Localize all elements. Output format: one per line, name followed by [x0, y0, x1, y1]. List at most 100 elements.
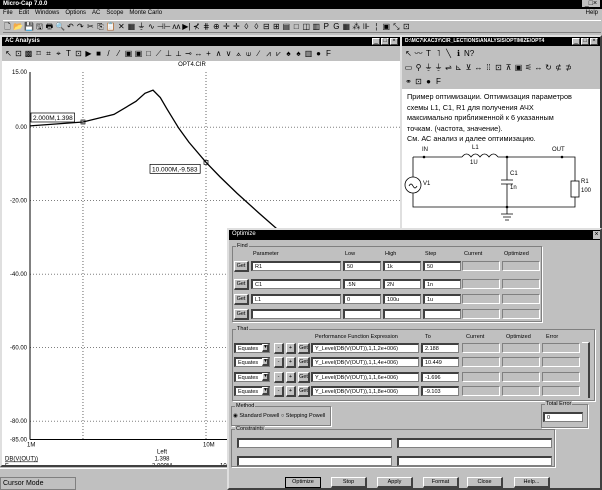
toolbar-button-icon[interactable]: 🗋 [3, 21, 12, 32]
toolbar-button-icon[interactable]: ♠ [284, 48, 293, 59]
toolbar-button-icon[interactable]: ▣ [514, 62, 523, 73]
toolbar-button-icon[interactable]: ⊡ [494, 62, 503, 73]
toolbar-button-icon[interactable]: ▣ [124, 48, 133, 59]
apply-button[interactable]: Apply [377, 477, 413, 488]
radio-standard-powell[interactable]: ◉ Standard Powell [233, 413, 279, 419]
toolbar-button-icon[interactable]: ▥ [304, 48, 313, 59]
find-high-field[interactable] [383, 309, 421, 319]
toolbar-button-icon[interactable]: / [104, 48, 113, 59]
toolbar-button-icon[interactable]: ⊕ [212, 21, 221, 32]
optimize-button[interactable]: Optimize [285, 477, 321, 488]
toolbar-button-icon[interactable]: ℹ [454, 48, 463, 59]
toolbar-button-icon[interactable]: ⌖ [54, 48, 63, 59]
get-expression-button[interactable]: Get [298, 343, 310, 354]
menu-scope[interactable]: Scope [106, 10, 123, 16]
toolbar-button-icon[interactable]: 💾 [24, 21, 34, 32]
toolbar-button-icon[interactable]: ⊄ [554, 62, 563, 73]
toolbar-button-icon[interactable]: ⚟ [524, 62, 533, 73]
dropdown-arrow-icon[interactable]: ▼ [262, 358, 269, 366]
toolbar-button-icon[interactable]: 🔍 [55, 21, 65, 32]
menu-ac[interactable]: AC [92, 10, 100, 16]
get-expression-button[interactable]: Get [298, 372, 310, 383]
toolbar-button-icon[interactable]: ↷ [76, 21, 85, 32]
toolbar-button-icon[interactable]: ▭ [404, 62, 413, 73]
toolbar-button-icon[interactable]: ⌑ [34, 48, 43, 59]
toolbar-button-icon[interactable]: ∧ [214, 48, 223, 59]
toolbar-button-icon[interactable]: ▶| [182, 21, 191, 32]
toolbar-button-icon[interactable]: ⌗ [44, 48, 53, 59]
toolbar-button-icon[interactable]: ✛ [232, 21, 241, 32]
maximize-button[interactable]: □ [381, 38, 389, 45]
close-button[interactable]: Close [467, 477, 503, 488]
minus-button[interactable]: - [274, 372, 284, 383]
toolbar-button-icon[interactable]: ✕ [117, 21, 126, 32]
toolbar-button-icon[interactable]: + [204, 48, 213, 59]
toolbar-button-icon[interactable]: ⩗ [274, 48, 283, 59]
toolbar-button-icon[interactable]: ╲ [444, 48, 453, 59]
toolbar-button-icon[interactable]: F [434, 76, 443, 87]
toolbar-button-icon[interactable]: ◊ [242, 21, 251, 32]
toolbar-button-icon[interactable]: ↔ [474, 62, 483, 73]
target-to-field[interactable]: 2.188 [421, 343, 459, 353]
that-scrollbar[interactable] [582, 342, 590, 398]
toolbar-button-icon[interactable]: ✛ [222, 21, 231, 32]
get-expression-button[interactable]: Get [298, 357, 310, 368]
toolbar-button-icon[interactable]: ⊀ [192, 21, 201, 32]
dropdown-arrow-icon[interactable]: ▼ [262, 373, 269, 381]
find-param-field[interactable]: C1 [251, 279, 341, 289]
toolbar-button-icon[interactable]: ↔ [194, 48, 203, 59]
target-to-field[interactable]: -9.103 [421, 386, 459, 396]
toolbar-button-icon[interactable]: ↖ [404, 48, 413, 59]
minus-button[interactable]: - [274, 343, 284, 354]
toolbar-button-icon[interactable]: ⊡ [74, 48, 83, 59]
toolbar-button-icon[interactable]: ⊡ [402, 21, 411, 32]
toolbar-button-icon[interactable]: ■ [94, 48, 103, 59]
toolbar-button-icon[interactable]: ▥ [312, 21, 321, 32]
toolbar-button-icon[interactable]: G [332, 21, 341, 32]
stop-button[interactable]: Stop [331, 477, 367, 488]
toolbar-button-icon[interactable]: ∕ [254, 48, 263, 59]
toolbar-button-icon[interactable]: ⊣⊢ [157, 21, 171, 32]
plus-button[interactable]: + [286, 372, 296, 383]
toolbar-button-icon[interactable]: 🖫 [35, 21, 44, 32]
toolbar-button-icon[interactable]: □ [292, 21, 301, 32]
expression-field[interactable]: Y_Level(DB(V(OUT)),1,1,4e+006) [311, 357, 419, 367]
toolbar-button-icon[interactable]: ⟒ [244, 48, 253, 59]
toolbar-button-icon[interactable]: ▦ [342, 21, 351, 32]
toolbar-button-icon[interactable]: ⋕ [202, 21, 211, 32]
minus-button[interactable]: - [274, 386, 284, 397]
toolbar-button-icon[interactable]: ⊞ [272, 21, 281, 32]
minus-button[interactable]: - [274, 357, 284, 368]
toolbar-button-icon[interactable]: ▤ [282, 21, 291, 32]
menu-file[interactable]: File [3, 10, 13, 16]
toolbar-button-icon[interactable]: ⚲ [414, 62, 423, 73]
toolbar-button-icon[interactable]: ⟑ [234, 48, 243, 59]
schematic-area[interactable]: Пример оптимизации. Оптимизация параметр… [402, 89, 600, 235]
toolbar-button-icon[interactable]: P [322, 21, 331, 32]
find-high-field[interactable]: 2N [383, 279, 421, 289]
maximize-button[interactable]: □ [581, 38, 589, 45]
find-low-field[interactable]: .5N [343, 279, 381, 289]
toolbar-button-icon[interactable]: ↻ [544, 62, 553, 73]
toolbar-button-icon[interactable]: ∨ [224, 48, 233, 59]
find-high-field[interactable]: 100u [383, 294, 421, 304]
toolbar-button-icon[interactable]: ⏚ [434, 62, 443, 73]
find-param-field[interactable]: R1 [251, 261, 341, 271]
toolbar-button-icon[interactable]: ◊ [252, 21, 261, 32]
target-to-field[interactable]: -1.696 [421, 372, 459, 382]
toolbar-button-icon[interactable]: ▣ [134, 48, 143, 59]
toolbar-button-icon[interactable]: ⊅ [564, 62, 573, 73]
help-button[interactable]: Help... [514, 477, 550, 488]
toolbar-button-icon[interactable]: ● [424, 76, 433, 87]
toolbar-button-icon[interactable]: ◫ [302, 21, 311, 32]
toolbar-button-icon[interactable]: ⤡ [392, 21, 401, 32]
target-to-field[interactable]: 10.449 [421, 357, 459, 367]
toolbar-button-icon[interactable]: ¦ [372, 21, 381, 32]
expression-field[interactable]: Y_Level(DB(V(OUT)),1,1,6e+006) [311, 372, 419, 382]
toolbar-button-icon[interactable]: ⊡ [414, 76, 423, 87]
toolbar-button-icon[interactable]: N? [464, 48, 474, 59]
toolbar-button-icon[interactable]: ∿ [147, 21, 156, 32]
get-expression-button[interactable]: Get [298, 386, 310, 397]
expression-field[interactable]: Y_Level(DB(V(OUT)),1,1,2e+006) [311, 343, 419, 353]
toolbar-button-icon[interactable]: ⊼ [504, 62, 513, 73]
